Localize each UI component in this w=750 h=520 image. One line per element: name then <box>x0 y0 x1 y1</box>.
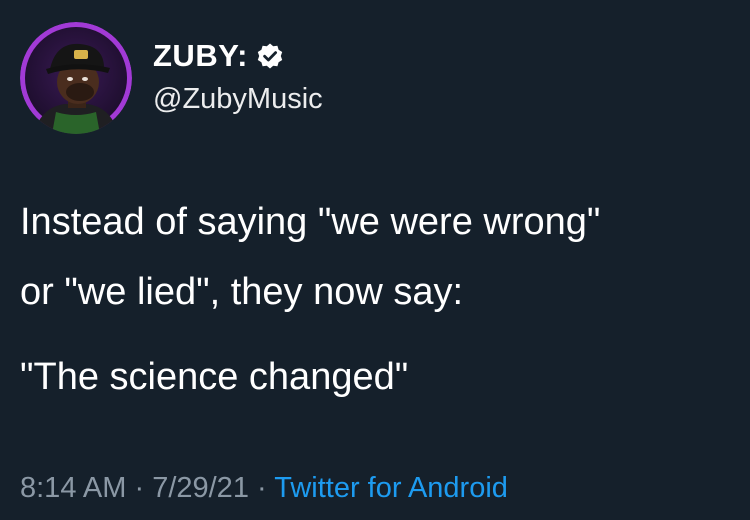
tweet-card: ZUBY: @ZubyMusic Instead of saying "we w… <box>0 0 750 520</box>
meta-separator: · <box>126 472 153 504</box>
tweet-text-line: "The science changed" <box>20 356 409 398</box>
tweet-meta: 8:14 AM · 7/29/21 · Twitter for Android <box>20 470 508 506</box>
tweet-text-line: or "we lied", they now say: <box>20 271 464 313</box>
tweet-text-line: Instead of saying "we were wrong" <box>20 201 601 243</box>
tweet-source-link[interactable]: Twitter for Android <box>274 472 508 504</box>
tweet-date[interactable]: 7/29/21 <box>152 472 249 504</box>
meta-separator: · <box>248 472 275 504</box>
display-name[interactable]: ZUBY: <box>153 38 248 74</box>
tweet-time[interactable]: 8:14 AM <box>20 472 126 504</box>
avatar-image <box>20 22 132 134</box>
author-handle[interactable]: @ZubyMusic <box>153 81 323 117</box>
author-name-row: ZUBY: <box>153 38 284 74</box>
verified-badge-icon <box>256 42 284 70</box>
tweet-text: Instead of saying "we were wrong" or "we… <box>20 187 735 412</box>
avatar[interactable] <box>20 22 132 134</box>
